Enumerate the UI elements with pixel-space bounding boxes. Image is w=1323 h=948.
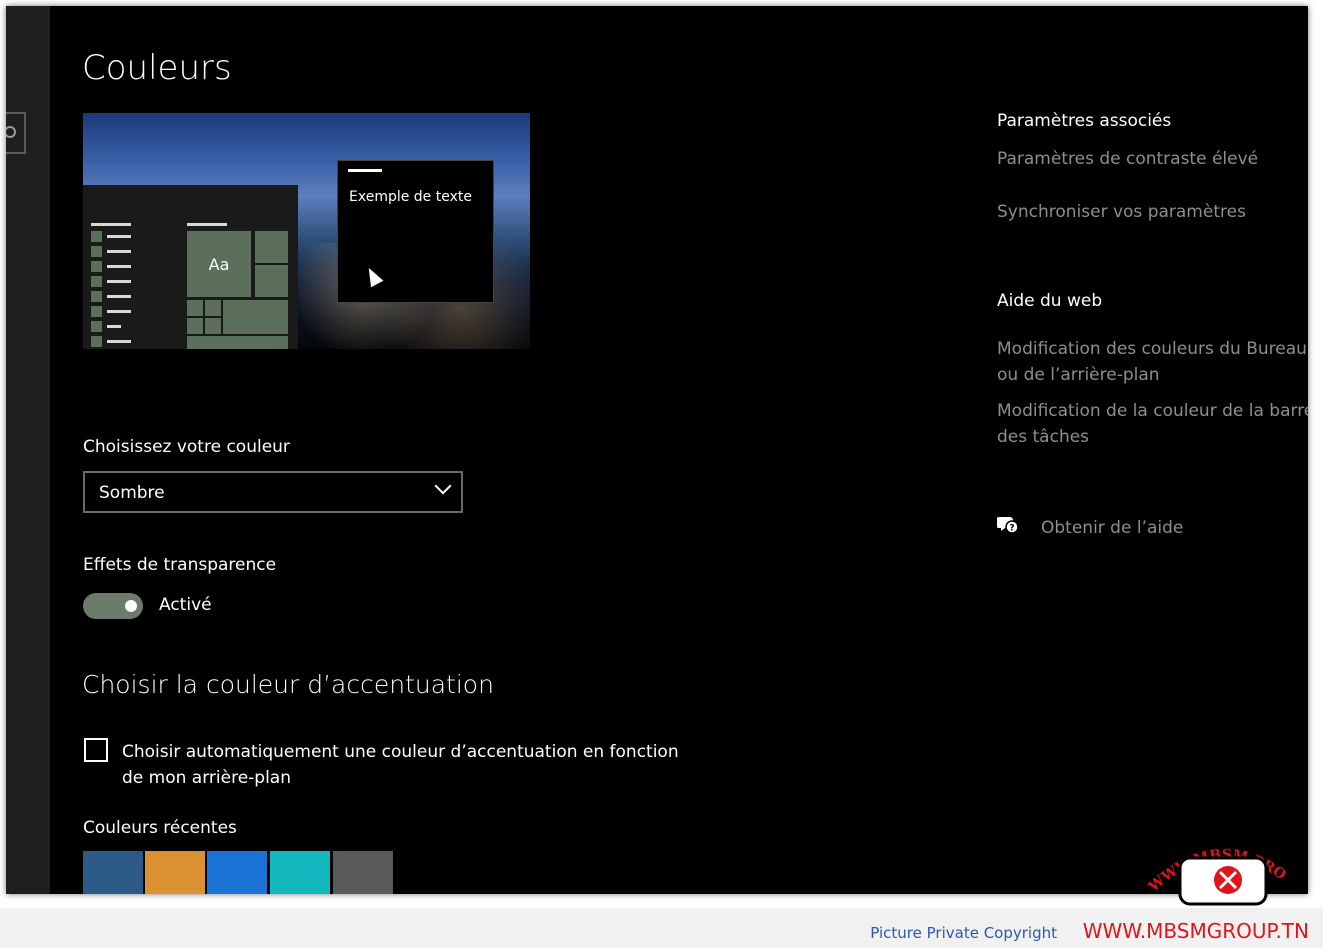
search-icon[interactable]	[6, 112, 26, 154]
color-mode-dropdown[interactable]: Sombre	[83, 471, 463, 513]
preview-tile	[187, 336, 288, 349]
preview-line	[107, 325, 121, 328]
transparency-label: Effets de transparence	[83, 555, 277, 575]
preview-tile	[205, 300, 221, 316]
high-contrast-link[interactable]: Paramètres de contraste élevé	[997, 146, 1258, 172]
preview-line	[107, 295, 131, 298]
preview-line	[107, 310, 131, 313]
web-help-heading: Aide du web	[997, 291, 1103, 311]
auto-accent-label[interactable]: Choisir automatiquement une couleur d’ac…	[122, 739, 702, 791]
recent-color-swatch[interactable]	[333, 851, 393, 894]
transparency-toggle[interactable]	[83, 593, 143, 619]
preview-tile	[187, 318, 203, 334]
preview-app-window: Exemple de texte	[337, 160, 494, 303]
preview-line	[187, 223, 227, 226]
recent-colors-label: Couleurs récentes	[83, 818, 237, 838]
preview-line	[91, 223, 131, 226]
copyright-text: Picture Private Copyright	[870, 924, 1057, 942]
mouse-cursor-icon	[362, 264, 384, 288]
toggle-knob	[125, 600, 137, 612]
preview-line	[107, 265, 131, 268]
svg-text:?: ?	[1009, 524, 1014, 534]
preview-sample-text: Exemple de texte	[349, 189, 472, 205]
preview-icon	[91, 306, 102, 317]
help-chat-icon: ?	[997, 517, 1019, 534]
preview-start-menu: Aa	[83, 185, 298, 349]
preview-tile	[205, 318, 221, 334]
preview-line	[107, 235, 131, 238]
recent-color-swatch[interactable]	[145, 851, 205, 894]
site-link[interactable]: WWW.MBSMGROUP.TN	[1083, 919, 1309, 943]
preview-icon	[91, 246, 102, 257]
preview-icon	[91, 291, 102, 302]
theme-preview: Aa Exemple de texte	[83, 113, 530, 349]
recent-color-swatch[interactable]	[83, 851, 143, 894]
preview-icon	[91, 261, 102, 272]
choose-color-label: Choisissez votre couleur	[83, 437, 290, 457]
preview-icon	[91, 336, 102, 347]
recent-color-swatch[interactable]	[207, 851, 267, 894]
preview-tile	[255, 265, 288, 297]
taskbar-color-help-link[interactable]: Modification de la couleur de la barre d…	[997, 398, 1308, 450]
preview-icon	[91, 321, 102, 332]
transparency-state: Activé	[159, 595, 212, 615]
preview-tile	[187, 300, 203, 316]
desktop-colors-help-link[interactable]: Modification des couleurs du Bureau ou d…	[997, 336, 1308, 388]
footer: Picture Private Copyright WWW.MBSMGROUP.…	[0, 908, 1323, 948]
related-settings-heading: Paramètres associés	[997, 111, 1172, 131]
color-mode-value: Sombre	[99, 483, 165, 503]
mbsm-watermark-logo: WWW.MBSM.PRO	[1145, 847, 1289, 906]
sync-settings-link[interactable]: Synchroniser vos paramètres	[997, 199, 1246, 225]
preview-icon	[91, 231, 102, 242]
preview-tile-large: Aa	[187, 231, 251, 297]
preview-line	[107, 340, 131, 343]
recent-color-swatch[interactable]	[270, 851, 330, 894]
accent-heading: Choisir la couleur d’accentuation	[82, 670, 494, 699]
settings-window: Couleurs Aa Exemple de texte Choisissez …	[6, 6, 1308, 894]
auto-accent-checkbox[interactable]	[84, 738, 108, 762]
preview-tile	[255, 231, 288, 263]
nav-strip	[6, 6, 50, 894]
preview-line	[107, 280, 131, 283]
chevron-down-icon	[434, 477, 452, 495]
preview-title-bar	[348, 169, 382, 172]
preview-tile	[223, 300, 288, 334]
get-help-link[interactable]: Obtenir de l’aide	[1041, 515, 1183, 541]
page-title: Couleurs	[82, 48, 232, 88]
preview-line	[107, 250, 131, 253]
preview-icon	[91, 276, 102, 287]
